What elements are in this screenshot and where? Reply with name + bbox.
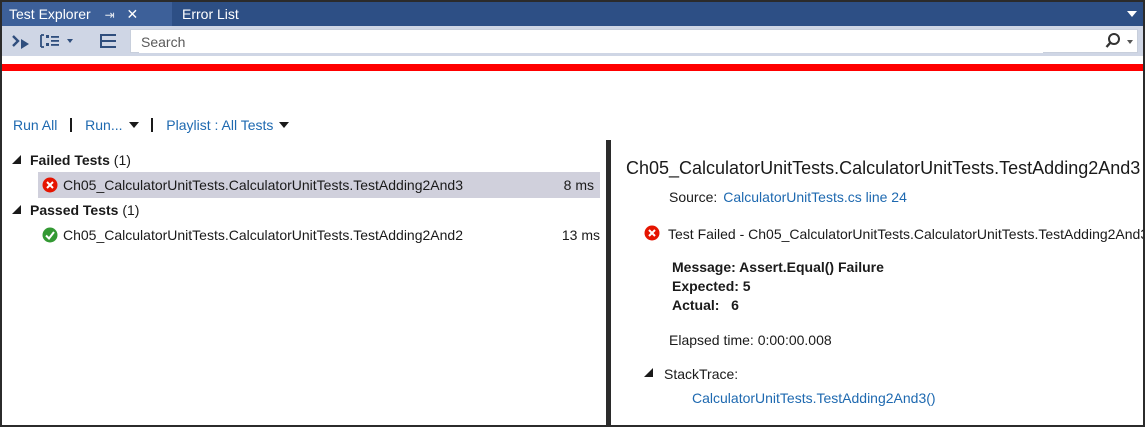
test-progress-bar (2, 64, 1143, 71)
source-label: Source: (669, 189, 718, 205)
test-duration: 8 ms (563, 177, 594, 193)
run-caret-icon (128, 122, 139, 128)
playlist-layout-button[interactable] (98, 32, 120, 50)
test-name: Ch05_CalculatorUnitTests.CalculatorUnitT… (63, 177, 463, 193)
detail-test-title: Ch05_CalculatorUnitTests.CalculatorUnitT… (626, 158, 1141, 178)
command-separator (70, 118, 73, 132)
search-options-dropdown-icon[interactable] (1127, 40, 1133, 44)
search-icon[interactable] (1105, 32, 1121, 50)
search-input[interactable] (139, 31, 1043, 53)
command-bar: Run All Run... Playlist : All Tests (13, 117, 290, 133)
test-name: Ch05_CalculatorUnitTests.CalculatorUnitT… (63, 227, 463, 243)
playlist-caret-icon (279, 122, 290, 128)
expander-icon[interactable] (12, 155, 21, 164)
tab-error-list-label: Error List (182, 6, 239, 22)
expected-line: Expected: 5 (672, 278, 751, 294)
test-duration: 13 ms (561, 227, 600, 243)
tab-test-explorer[interactable]: Test Explorer ⇥ ✕ (2, 2, 172, 26)
run-all-link[interactable]: Run All (13, 117, 57, 133)
tab-error-list[interactable]: Error List (172, 2, 239, 26)
group-label: Failed Tests (30, 152, 110, 168)
run-dropdown-label: Run... (85, 117, 123, 133)
group-by-icon (40, 34, 73, 48)
message-line: Message: Assert.Equal() Failure (672, 259, 884, 275)
expander-icon[interactable] (12, 205, 21, 214)
group-count: (1) (122, 202, 140, 218)
list-lines-icon (100, 34, 116, 48)
group-by-button[interactable] (39, 32, 85, 50)
failed-test-icon (42, 177, 58, 193)
source-link[interactable]: CalculatorUnitTests.cs line 24 (723, 189, 907, 205)
failed-status-icon (644, 225, 660, 241)
test-explorer-window: Test Explorer ⇥ ✕ Error List Search Run … (0, 0, 1145, 427)
status-text: Test Failed - Ch05_CalculatorUnitTests.C… (668, 226, 1143, 242)
run-dropdown[interactable]: Run... (85, 117, 139, 133)
failure-message: Message: Assert.Equal() Failure Expected… (672, 258, 884, 315)
test-row-failed[interactable]: Ch05_CalculatorUnitTests.CalculatorUnitT… (38, 172, 600, 198)
run-after-build-icon (12, 35, 29, 49)
detail-source: Source: CalculatorUnitTests.cs line 24 (669, 189, 907, 205)
tab-test-explorer-label: Test Explorer (9, 6, 91, 22)
tool-window-title-bar: Test Explorer ⇥ ✕ Error List (2, 2, 1143, 26)
run-tests-after-build-button[interactable] (10, 32, 32, 50)
elapsed-time: Elapsed time: 0:00:00.008 (669, 332, 832, 348)
pin-icon[interactable]: ⇥ (105, 3, 115, 27)
stacktrace-label: StackTrace: (664, 366, 739, 382)
group-label: Passed Tests (30, 202, 119, 218)
playlist-dropdown[interactable]: Playlist : All Tests (166, 117, 290, 133)
passed-test-icon (42, 227, 58, 243)
window-dropdown-icon[interactable] (1127, 11, 1137, 17)
playlist-dropdown-label: Playlist : All Tests (166, 117, 274, 133)
test-list-pane: Failed Tests (1) Ch05_CalculatorUnitTest… (2, 148, 606, 248)
command-separator (151, 118, 154, 132)
search-box (130, 29, 1138, 53)
group-failed-tests[interactable]: Failed Tests (1) (2, 148, 606, 172)
test-explorer-toolbar (2, 26, 1143, 56)
test-detail-pane: Ch05_CalculatorUnitTests.CalculatorUnitT… (614, 140, 1143, 425)
group-count: (1) (113, 152, 131, 168)
expander-icon[interactable] (644, 368, 653, 377)
group-passed-tests[interactable]: Passed Tests (1) (2, 198, 606, 222)
stacktrace-link[interactable]: CalculatorUnitTests.TestAdding2And3() (692, 390, 936, 406)
close-icon[interactable]: ✕ (127, 2, 139, 26)
pane-splitter[interactable] (606, 140, 611, 425)
test-row-passed[interactable]: Ch05_CalculatorUnitTests.CalculatorUnitT… (2, 222, 606, 248)
actual-line: Actual: 6 (672, 297, 739, 313)
